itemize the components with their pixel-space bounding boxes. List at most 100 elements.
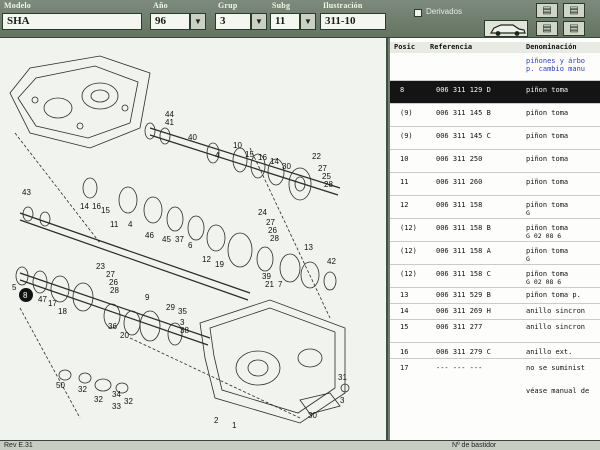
row-ref: 006 311 158 A (436, 247, 491, 255)
svg-text:42: 42 (327, 257, 336, 266)
svg-text:38: 38 (180, 326, 189, 335)
svg-text:47: 47 (38, 295, 47, 304)
table-row[interactable]: (9) 006 311 145 B piñon toma (390, 103, 600, 126)
row-den: piñon toma (526, 178, 569, 186)
row-sub: G 02 08 6 (526, 278, 562, 286)
row-den: piñon toma (526, 224, 569, 232)
table-row[interactable]: 17 --- --- --- no se suminist (390, 358, 600, 376)
row-pos: (12) (400, 270, 417, 278)
svg-text:11: 11 (110, 220, 119, 229)
grup-field[interactable]: 3 (215, 13, 251, 30)
table-row[interactable]: (12) 006 311 158 A piñon toma G (390, 241, 600, 264)
table-row[interactable]: 15 006 311 277 anillo sincron (390, 319, 600, 342)
row-pos: 15 (400, 323, 409, 331)
svg-text:34: 34 (112, 390, 121, 399)
derivados-checkbox[interactable] (414, 9, 422, 17)
book-icon[interactable]: ▤ (536, 3, 558, 18)
book-icon[interactable]: ▤ (563, 21, 585, 36)
row-ref: 006 311 529 B (436, 291, 491, 299)
svg-text:13: 13 (304, 243, 313, 252)
subg-label: Subg (272, 1, 291, 10)
table-row[interactable]: 12 006 311 158 piñon toma G (390, 195, 600, 218)
car-icon[interactable] (484, 20, 528, 37)
row-pos: (12) (400, 224, 417, 232)
row-den: piñon toma p. (526, 291, 581, 299)
row-ref: 006 311 129 D (436, 86, 491, 94)
table-row[interactable]: (9) 006 311 145 C piñon toma (390, 126, 600, 149)
table-row[interactable]: 10 006 311 250 piñon toma (390, 149, 600, 172)
status-bar: Rev E.31 Nº de bastidor (0, 440, 600, 450)
subg-dropdown-icon[interactable]: ▼ (300, 13, 316, 30)
table-row[interactable]: (12) 006 311 158 C piñon toma G 02 08 6 (390, 264, 600, 287)
svg-text:23: 23 (96, 262, 105, 271)
svg-text:7: 7 (278, 280, 283, 289)
svg-text:32: 32 (124, 397, 133, 406)
svg-text:20: 20 (120, 331, 129, 340)
svg-text:19: 19 (215, 260, 224, 269)
svg-text:40: 40 (188, 133, 197, 142)
derivados-label: Derivados (426, 7, 463, 16)
row-sub: G (526, 209, 530, 217)
svg-text:14: 14 (270, 157, 279, 166)
table-row[interactable]: 11 006 311 260 piñon toma (390, 172, 600, 195)
svg-text:36: 36 (108, 322, 117, 331)
svg-text:32: 32 (78, 385, 87, 394)
table-row[interactable]: 14 006 311 269 H anillo sincron (390, 303, 600, 319)
grup-dropdown-icon[interactable]: ▼ (251, 13, 267, 30)
row-pos: 11 (400, 178, 409, 186)
col-header-pos[interactable]: Posic (394, 43, 415, 51)
row-pos: 13 (400, 291, 409, 299)
svg-text:12: 12 (202, 255, 211, 264)
gearbox-diagram: 4441 404 1015 16 14 3022 2725 28 4314 16 1… (9, 55, 350, 430)
row-den: anillo sincron (526, 323, 586, 331)
modelo-field[interactable]: SHA (2, 13, 142, 30)
book-icon[interactable]: ▤ (536, 21, 558, 36)
row-pos: (9) (400, 132, 413, 140)
svg-text:1: 1 (232, 421, 237, 430)
row-ref: 006 311 145 C (436, 132, 491, 140)
row-pos: 12 (400, 201, 409, 209)
svg-text:17: 17 (48, 299, 57, 308)
svg-text:14: 14 (80, 202, 89, 211)
svg-text:10: 10 (233, 141, 242, 150)
row-den: piñon toma (526, 270, 569, 278)
exploded-parts-diagram[interactable]: 44 41 40 4 10 15 16 14 30 22 27 25 28 43 14 16 1… (0, 38, 388, 440)
book-icon[interactable]: ▤ (563, 3, 585, 18)
svg-text:33: 33 (112, 402, 121, 411)
svg-text:18: 18 (58, 307, 67, 316)
row-pos: 17 (400, 364, 409, 372)
svg-text:41: 41 (165, 118, 174, 127)
svg-text:28: 28 (270, 234, 279, 243)
ano-dropdown-icon[interactable]: ▼ (190, 13, 206, 30)
row-ref: 006 311 158 (436, 201, 483, 209)
modelo-label: Modelo (4, 1, 31, 10)
table-row[interactable]: véase manual de (390, 376, 600, 400)
table-header: Posic Referencia Denominación (390, 42, 600, 53)
svg-text:5: 5 (12, 283, 17, 292)
svg-text:43: 43 (22, 188, 31, 197)
row-pos: 8 (400, 86, 405, 94)
svg-text:16: 16 (258, 153, 267, 162)
table-row[interactable]: 13 006 311 529 B piñon toma p. (390, 287, 600, 303)
row-ref: 006 311 145 B (436, 109, 491, 117)
table-row[interactable]: 8 006 311 129 D piñon toma (390, 80, 600, 103)
ilustracion-field[interactable]: 311-10 (320, 13, 386, 30)
row-ref: 006 311 277 (436, 323, 483, 331)
col-header-den[interactable]: Denominación (526, 43, 577, 51)
status-version: Rev E.31 (4, 442, 33, 449)
row-ref: 006 311 158 C (436, 270, 491, 278)
row-ref: 006 311 269 H (436, 307, 491, 315)
row-pos: 10 (400, 155, 409, 163)
row-ref: 006 311 279 C (436, 348, 491, 356)
table-row[interactable]: (12) 006 311 158 B piñon toma G 02 08 6 (390, 218, 600, 241)
svg-text:22: 22 (312, 152, 321, 161)
col-header-ref[interactable]: Referencia (430, 43, 472, 51)
svg-text:24: 24 (258, 208, 267, 217)
ano-field[interactable]: 96 (150, 13, 190, 30)
svg-text:30: 30 (308, 411, 317, 420)
row-pos: 14 (400, 307, 409, 315)
svg-text:15: 15 (245, 150, 254, 159)
row-den: piñon toma (526, 86, 569, 94)
subg-field[interactable]: 11 (270, 13, 300, 30)
table-row[interactable]: 16 006 311 279 C anillo ext. (390, 342, 600, 358)
